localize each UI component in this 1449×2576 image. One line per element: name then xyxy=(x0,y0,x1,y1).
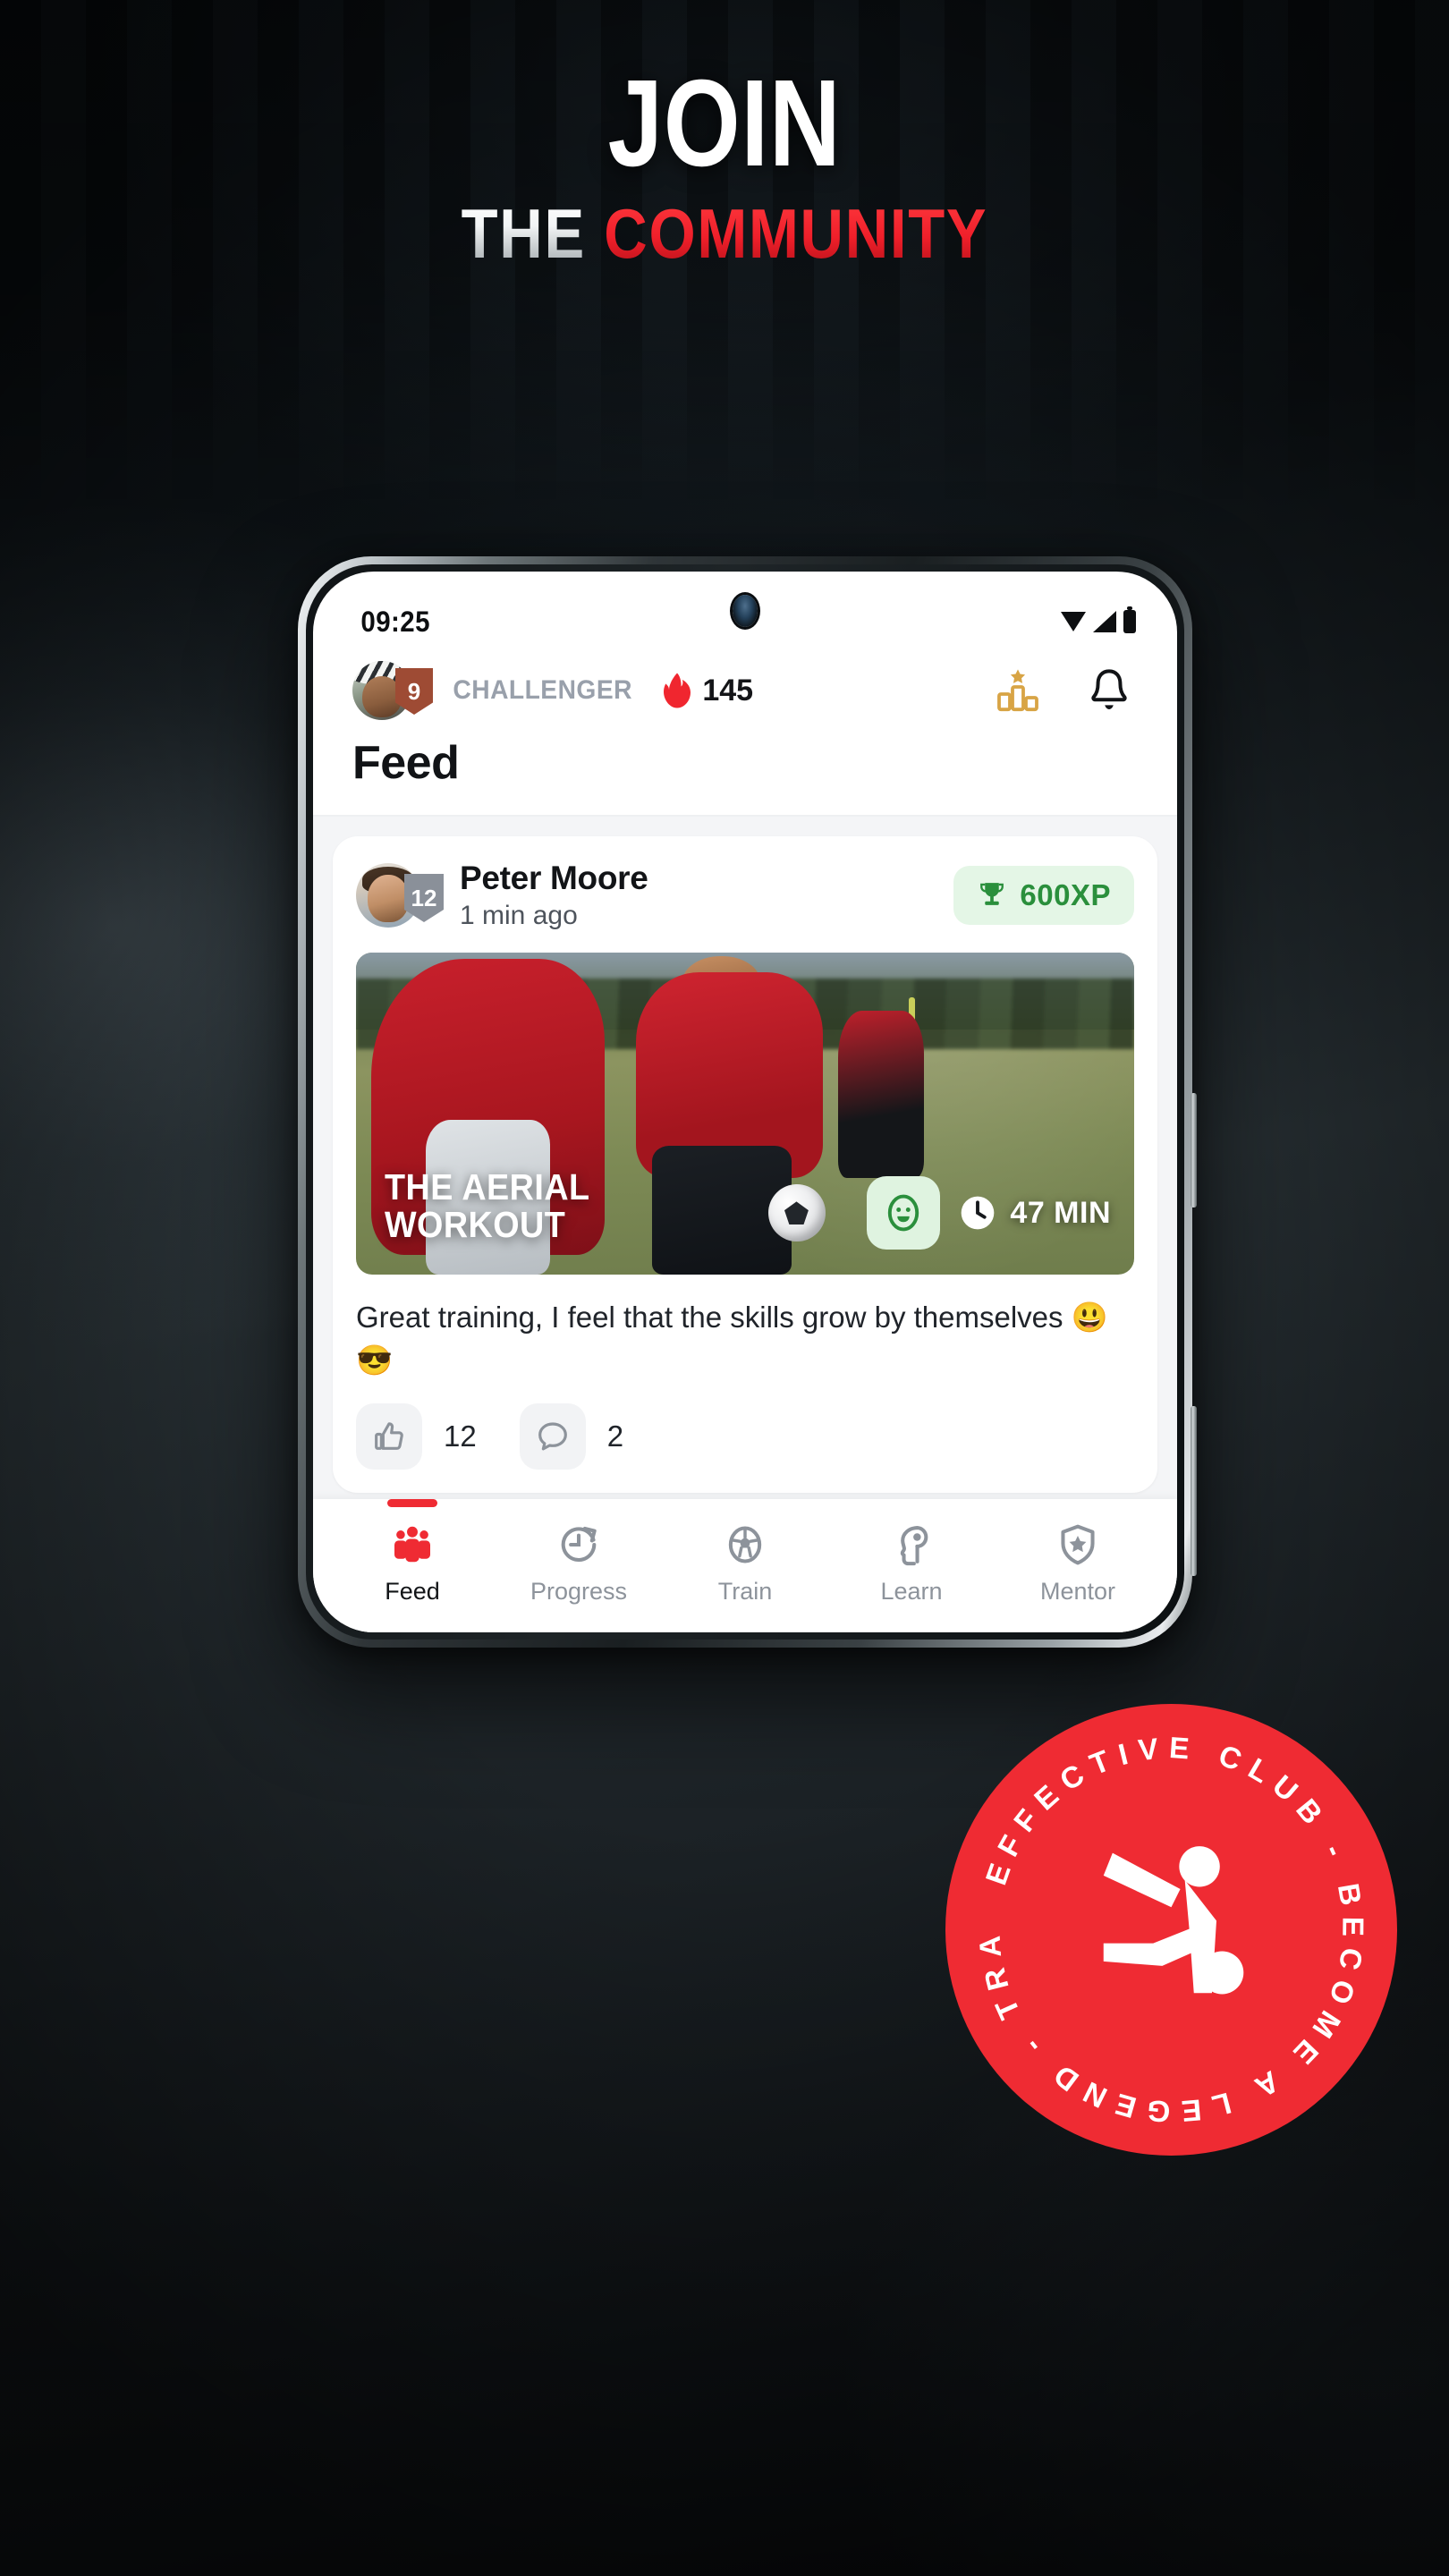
status-time: 09:25 xyxy=(360,605,430,638)
nav-label: Feed xyxy=(385,1578,440,1605)
page-title: Feed xyxy=(352,737,460,789)
header-left-group: 9 CHALLENGER 145 xyxy=(352,661,995,720)
comment-count: 2 xyxy=(606,1419,624,1453)
post-author-meta: Peter Moore 1 min ago xyxy=(460,860,953,931)
thumb-soccer-ball xyxy=(768,1184,826,1242)
post-author-name: Peter Moore xyxy=(460,860,648,896)
soccer-ball-icon xyxy=(723,1522,767,1567)
nav-label: Mentor xyxy=(1039,1578,1116,1605)
volume-button[interactable] xyxy=(1191,1093,1197,1208)
streak-value: 145 xyxy=(702,673,754,708)
streak-indicator[interactable]: 145 xyxy=(661,672,753,709)
duration-chip: 47 MIN xyxy=(958,1193,1111,1233)
avatar-face xyxy=(367,874,410,923)
status-bar: 09:25 xyxy=(313,572,1177,648)
wifi-icon xyxy=(1061,612,1086,631)
post-timestamp: 1 min ago xyxy=(460,901,578,930)
xp-badge: 600XP xyxy=(953,866,1134,925)
phone-screen: 09:25 9 CHALLENGER 145 Feed 12 Peter Moo… xyxy=(313,572,1177,1632)
header-right-group xyxy=(995,667,1138,714)
nav-item-feed[interactable]: Feed xyxy=(334,1499,492,1606)
flame-icon xyxy=(661,672,693,709)
profile-button[interactable]: 9 xyxy=(352,661,433,720)
video-title-line-1: THE AERIAL xyxy=(385,1165,590,1208)
signal-icon xyxy=(1093,611,1116,632)
power-button[interactable] xyxy=(1191,1406,1197,1576)
clock-icon xyxy=(958,1193,997,1233)
phone-mockup: 09:25 9 CHALLENGER 145 Feed 12 Peter Moo… xyxy=(298,556,1197,1648)
feed-list[interactable]: 12 Peter Moore 1 min ago 600XP THE AERIA… xyxy=(313,817,1177,1499)
headline-sub-red: COMMUNITY xyxy=(604,194,988,274)
post-card[interactable]: 12 Peter Moore 1 min ago 600XP THE AERIA… xyxy=(333,836,1157,1493)
video-overlay-right: 47 MIN xyxy=(867,1176,1111,1250)
mood-chip[interactable] xyxy=(867,1176,941,1250)
people-group-icon xyxy=(390,1522,435,1567)
app-header: 9 CHALLENGER 145 xyxy=(313,648,1177,720)
comment-bubble-icon xyxy=(535,1419,571,1454)
battery-icon xyxy=(1123,606,1136,633)
bottom-navigation: Feed Progress Train Learn Mentor xyxy=(313,1499,1177,1632)
comment-button[interactable] xyxy=(519,1402,586,1470)
bell-icon[interactable] xyxy=(1088,667,1131,714)
leaderboard-icon[interactable] xyxy=(995,667,1041,714)
thumbs-up-icon xyxy=(371,1419,407,1454)
nav-item-mentor[interactable]: Mentor xyxy=(999,1499,1157,1606)
post-header: 12 Peter Moore 1 min ago 600XP xyxy=(356,860,1134,931)
clock-arrow-icon xyxy=(556,1522,601,1567)
rank-label: CHALLENGER xyxy=(453,675,632,705)
headline-main-text: JOIN xyxy=(607,55,842,192)
nav-item-learn[interactable]: Learn xyxy=(833,1499,991,1606)
nav-item-progress[interactable]: Progress xyxy=(500,1499,658,1606)
nav-item-train[interactable]: Train xyxy=(666,1499,825,1606)
post-caption: Great training, I feel that the skills g… xyxy=(356,1301,1108,1377)
page-title-row: Feed xyxy=(313,720,1177,817)
trophy-icon xyxy=(977,880,1007,911)
nav-label: Progress xyxy=(530,1578,628,1605)
nav-label: Learn xyxy=(880,1578,943,1605)
post-video-thumbnail[interactable]: THE AERIAL WORKOUT 47 MIN xyxy=(356,953,1134,1275)
headline-sub-text: THE COMMUNITY xyxy=(101,199,1347,268)
shield-star-icon xyxy=(1055,1522,1100,1567)
video-title-line-2: WORKOUT xyxy=(385,1204,566,1246)
promo-headline: JOIN THE COMMUNITY xyxy=(0,55,1449,269)
post-actions: 12 2 xyxy=(356,1382,1134,1493)
active-tab-indicator xyxy=(387,1499,437,1507)
xp-value: 600XP xyxy=(1020,878,1111,911)
headline-sub-white: THE xyxy=(461,194,586,274)
post-author-avatar-button[interactable]: 12 xyxy=(356,863,444,928)
video-title: THE AERIAL WORKOUT xyxy=(385,1168,590,1244)
like-button[interactable] xyxy=(356,1402,422,1470)
status-icons xyxy=(1061,606,1136,633)
like-count: 12 xyxy=(444,1419,477,1453)
nav-label: Train xyxy=(717,1578,773,1605)
duration-value: 47 MIN xyxy=(1010,1195,1111,1230)
front-camera-icon xyxy=(733,595,758,627)
promo-circular-badge: EFFECTIVE CLUB - BECOME A LEGEND - TRAIN… xyxy=(945,1704,1397,2156)
thumb-player-right xyxy=(838,1010,925,1178)
smiley-happy-icon xyxy=(883,1192,924,1233)
head-brain-icon xyxy=(889,1522,934,1567)
